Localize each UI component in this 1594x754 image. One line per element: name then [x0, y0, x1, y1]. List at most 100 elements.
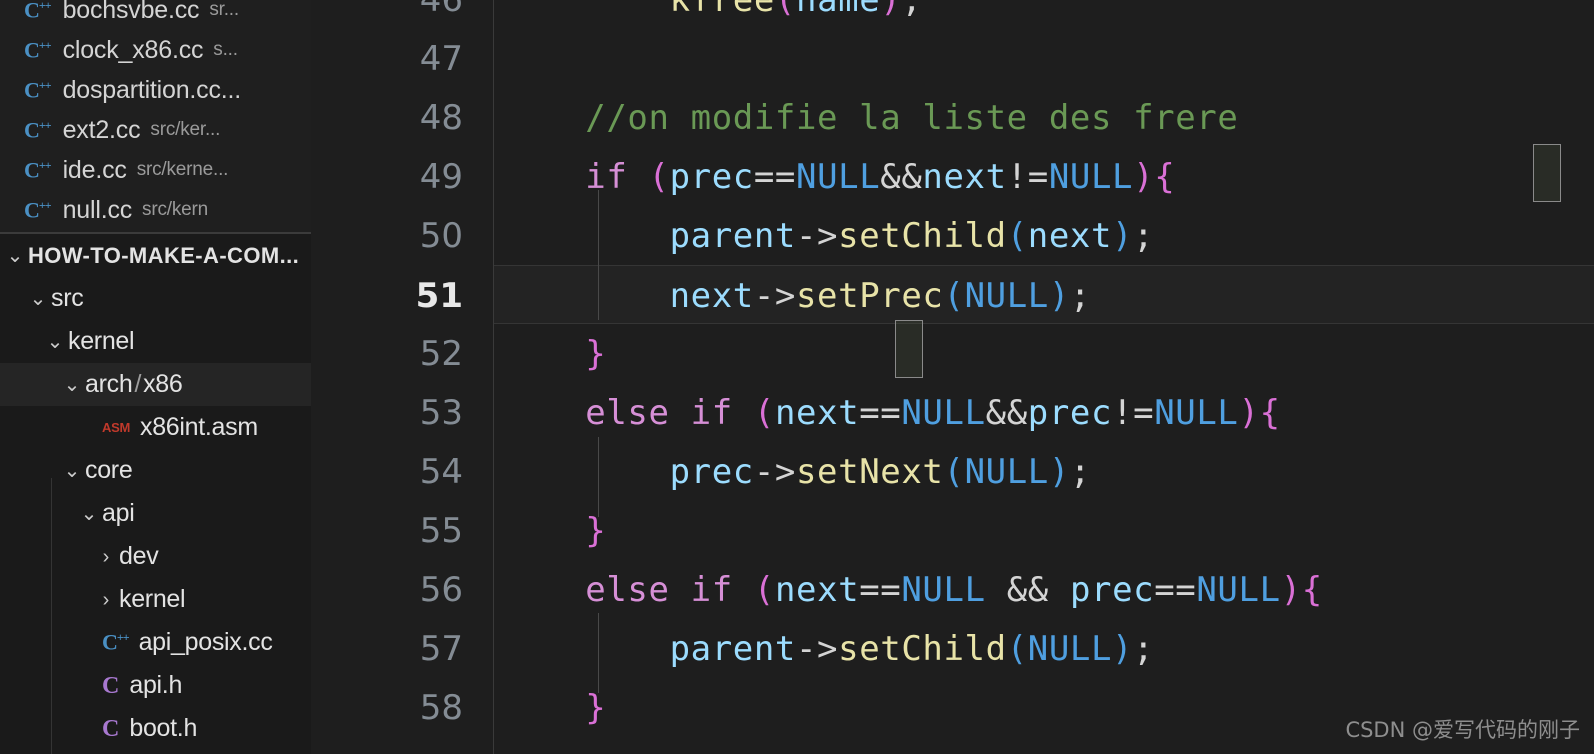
- code-line-content[interactable]: kfree(name);: [501, 0, 922, 29]
- chevron-down-icon[interactable]: ⌄: [59, 375, 85, 395]
- quick-open-result-item[interactable]: C++ dospartition.cc...: [0, 70, 311, 110]
- code-line-content[interactable]: prec -> setNext(NULL);: [501, 442, 1091, 501]
- code-token: (: [775, 0, 796, 20]
- code-token: ): [1238, 392, 1260, 433]
- quick-open-result-name: ide.cc: [62, 155, 127, 184]
- tree-item-label: dev: [119, 542, 159, 570]
- explorer-root-folder[interactable]: ⌄ HOW-TO-MAKE-A-COM...: [0, 234, 311, 277]
- chevron-down-icon[interactable]: ⌄: [76, 504, 102, 524]
- tree-item-api-h[interactable]: Capi.h: [0, 664, 311, 707]
- code-line[interactable]: 48 //on modifie la liste des frere: [311, 88, 1594, 147]
- code-line-content[interactable]: }: [501, 324, 606, 383]
- quick-open-result-path: src/kerne...: [136, 159, 229, 180]
- code-line[interactable]: 58 }: [311, 678, 1594, 737]
- code-token: prec: [669, 451, 754, 492]
- line-number: 56: [419, 569, 463, 610]
- code-line-content[interactable]: else if (next == NULL && prec == NULL){: [501, 560, 1323, 619]
- cpp-file-icon: C++: [24, 0, 52, 23]
- code-line-content[interactable]: parent -> setChild(next);: [501, 206, 1154, 265]
- tree-item-src[interactable]: ⌄ src: [0, 277, 311, 320]
- chevron-right-icon[interactable]: ›: [93, 590, 119, 610]
- code-token: ;: [901, 0, 922, 20]
- bracket-match-open: [1533, 144, 1561, 202]
- code-editor[interactable]: 46 kfree(name);4748 //on modifie la list…: [311, 0, 1594, 754]
- code-line[interactable]: 55 }: [311, 501, 1594, 560]
- chevron-right-icon[interactable]: ›: [93, 547, 119, 567]
- code-token: }: [585, 333, 607, 374]
- code-line-content[interactable]: //on modifie la liste des frere: [501, 88, 1238, 147]
- quick-open-result-item[interactable]: C++ clock_x86.cc s...: [0, 30, 311, 70]
- tree-item-api-posix-cc[interactable]: C++ api_posix.cc: [0, 621, 311, 664]
- code-token: (: [943, 451, 965, 492]
- tree-item-boot-h[interactable]: Cboot.h: [0, 707, 311, 750]
- tree-item-arch[interactable]: ⌄ arch/x86: [0, 363, 311, 406]
- explorer-tree[interactable]: ⌄ HOW-TO-MAKE-A-COM... ⌄ src ⌄ kernel ⌄ arch/…: [0, 234, 311, 750]
- quick-open-result-item[interactable]: C++ null.cc src/kern: [0, 190, 311, 230]
- quick-open-result-item[interactable]: C++ ext2.cc src/ker...: [0, 110, 311, 150]
- code-line-content[interactable]: else if (next == NULL && prec != NULL){: [501, 383, 1281, 442]
- code-line[interactable]: 57 parent -> setChild(NULL);: [311, 619, 1594, 678]
- code-line-content[interactable]: }: [501, 501, 606, 560]
- chevron-down-icon[interactable]: ⌄: [42, 332, 68, 352]
- code-line[interactable]: 47: [311, 29, 1594, 88]
- quick-open-result-path: src/kern: [142, 199, 209, 220]
- cpp-file-icon: C++: [24, 37, 52, 63]
- code-line[interactable]: 52 }: [311, 324, 1594, 383]
- code-token: setPrec: [795, 275, 944, 316]
- quick-open-result-path: s...: [213, 39, 238, 60]
- quick-open-result-item[interactable]: C++ bochsvbe.cc sr...: [0, 0, 311, 30]
- code-line-content[interactable]: next -> setPrec(NULL);: [501, 266, 1091, 325]
- code-token: else if: [585, 569, 733, 610]
- tree-item-kernel[interactable]: › kernel: [0, 578, 311, 621]
- code-token: prec: [669, 156, 754, 197]
- code-token: {: [1154, 156, 1176, 197]
- code-token: (: [753, 569, 775, 610]
- code-lines[interactable]: 46 kfree(name);4748 //on modifie la list…: [311, 0, 1594, 754]
- code-token: ): [1133, 156, 1155, 197]
- code-line[interactable]: 51 next -> setPrec(NULL);: [311, 265, 1594, 324]
- code-token: setNext: [795, 451, 944, 492]
- vscode-window: C++ bochsvbe.cc sr... C++ clock_x86.cc s... C+…: [0, 0, 1594, 754]
- code-line[interactable]: 49 if (prec == NULL && next != NULL){: [311, 147, 1594, 206]
- code-token: ->: [753, 451, 796, 492]
- code-token: NULL: [1154, 392, 1239, 433]
- path-separator: /: [134, 370, 142, 398]
- code-token: prec: [1069, 569, 1155, 610]
- chevron-down-icon[interactable]: ⌄: [25, 289, 51, 309]
- code-line[interactable]: 56 else if (next == NULL && prec == NULL){: [311, 560, 1594, 619]
- code-line-content[interactable]: }: [501, 678, 606, 737]
- tree-item-kernel[interactable]: ⌄ kernel: [0, 320, 311, 363]
- tree-item-label-2: x86: [143, 370, 183, 398]
- quick-open-results[interactable]: C++ bochsvbe.cc sr... C++ clock_x86.cc s... C+…: [0, 0, 311, 234]
- code-token: ): [1112, 628, 1134, 669]
- code-token: NULL: [1048, 156, 1134, 197]
- code-token: next: [1027, 215, 1113, 256]
- code-token: ;: [1133, 628, 1155, 669]
- code-token: parent: [669, 628, 796, 669]
- code-token: next: [669, 275, 754, 316]
- tree-item-x86int-asm[interactable]: ASM x86int.asm: [0, 406, 311, 449]
- code-line[interactable]: 50 parent -> setChild(next);: [311, 206, 1594, 265]
- code-line[interactable]: 53 else if (next == NULL && prec != NULL){: [311, 383, 1594, 442]
- tree-item-dev[interactable]: › dev: [0, 535, 311, 578]
- code-line-content[interactable]: parent -> setChild(NULL);: [501, 619, 1154, 678]
- line-number: 52: [419, 333, 463, 374]
- code-line[interactable]: 46 kfree(name);: [311, 0, 1594, 29]
- tree-item-core[interactable]: ⌄ core: [0, 449, 311, 492]
- quick-open-result-item[interactable]: C++ ide.cc src/kerne...: [0, 150, 311, 190]
- code-token: NULL: [964, 451, 1049, 492]
- asm-file-icon: ASM: [102, 420, 130, 435]
- chevron-down-icon[interactable]: ⌄: [59, 461, 85, 481]
- quick-open-result-path: src/ker...: [150, 119, 221, 140]
- tree-item-api[interactable]: ⌄ api: [0, 492, 311, 535]
- code-line-content[interactable]: if (prec == NULL && next != NULL){: [501, 147, 1175, 206]
- code-token: ==: [753, 156, 796, 197]
- code-line[interactable]: 54 prec -> setNext(NULL);: [311, 442, 1594, 501]
- tree-item-label: src: [51, 284, 84, 312]
- chevron-down-icon[interactable]: ⌄: [2, 246, 28, 266]
- code-token: NULL: [796, 156, 881, 197]
